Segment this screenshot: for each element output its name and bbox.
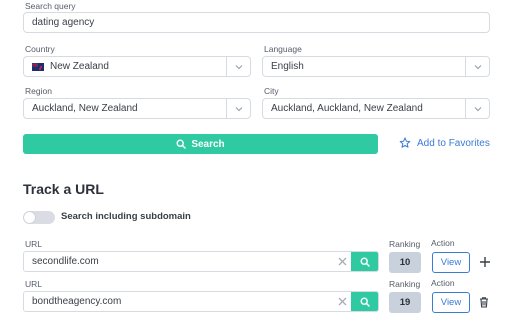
country-select[interactable]: New Zealand xyxy=(23,56,251,77)
city-select[interactable]: Auckland, Auckland, New Zealand xyxy=(262,98,490,119)
ranking-label: Ranking xyxy=(389,239,421,249)
ranking-badge: 19 xyxy=(389,292,421,313)
language-label: Language xyxy=(264,44,302,54)
city-value: Auckland, Auckland, New Zealand xyxy=(271,103,423,114)
ranking-label: Ranking xyxy=(389,279,421,289)
ranking-badge: 10 xyxy=(389,252,421,273)
action-label: Action xyxy=(431,278,455,288)
search-icon xyxy=(360,256,370,267)
search-query-input[interactable]: dating agency xyxy=(23,12,490,33)
country-label: Country xyxy=(25,44,55,54)
chevron-down-icon[interactable] xyxy=(226,99,250,118)
add-to-favorites-label: Add to Favorites xyxy=(417,137,490,149)
clear-icon[interactable] xyxy=(333,296,351,307)
region-value: Auckland, New Zealand xyxy=(32,103,138,114)
star-icon xyxy=(399,137,411,148)
chevron-down-icon[interactable] xyxy=(226,57,250,76)
toggle-knob xyxy=(24,212,35,223)
region-select[interactable]: Auckland, New Zealand xyxy=(23,98,251,119)
track-url-input[interactable]: bondtheagency.com xyxy=(23,291,379,312)
add-to-favorites-link[interactable]: Add to Favorites xyxy=(399,137,490,149)
track-url-value: secondlife.com xyxy=(32,256,99,267)
track-search-button[interactable] xyxy=(351,292,378,311)
url-label: URL xyxy=(25,279,43,289)
region-label: Region xyxy=(25,86,52,96)
search-button-label: Search xyxy=(191,138,225,150)
view-button[interactable]: View xyxy=(432,252,470,273)
action-label: Action xyxy=(431,238,455,248)
search-icon xyxy=(176,139,187,149)
new-zealand-flag-icon xyxy=(32,62,44,71)
city-label: City xyxy=(264,86,279,96)
search-query-label: Search query xyxy=(25,1,76,11)
search-query-value: dating agency xyxy=(32,17,95,28)
subdomain-toggle-label: Search including subdomain xyxy=(61,211,191,222)
language-select[interactable]: English xyxy=(262,56,490,77)
country-value: New Zealand xyxy=(50,61,109,72)
subdomain-toggle[interactable] xyxy=(23,211,55,224)
chevron-down-icon[interactable] xyxy=(465,99,489,118)
search-icon xyxy=(360,296,370,307)
clear-icon[interactable] xyxy=(333,256,351,267)
track-url-heading: Track a URL xyxy=(23,181,104,197)
track-url-input[interactable]: secondlife.com xyxy=(23,251,379,272)
chevron-down-icon[interactable] xyxy=(465,57,489,76)
view-button[interactable]: View xyxy=(432,292,470,313)
url-label: URL xyxy=(25,239,43,249)
trash-icon[interactable] xyxy=(478,296,490,308)
track-search-button[interactable] xyxy=(351,252,378,271)
plus-icon[interactable] xyxy=(479,256,491,268)
language-value: English xyxy=(271,61,304,72)
search-button[interactable]: Search xyxy=(23,134,378,154)
track-url-value: bondtheagency.com xyxy=(32,296,122,307)
